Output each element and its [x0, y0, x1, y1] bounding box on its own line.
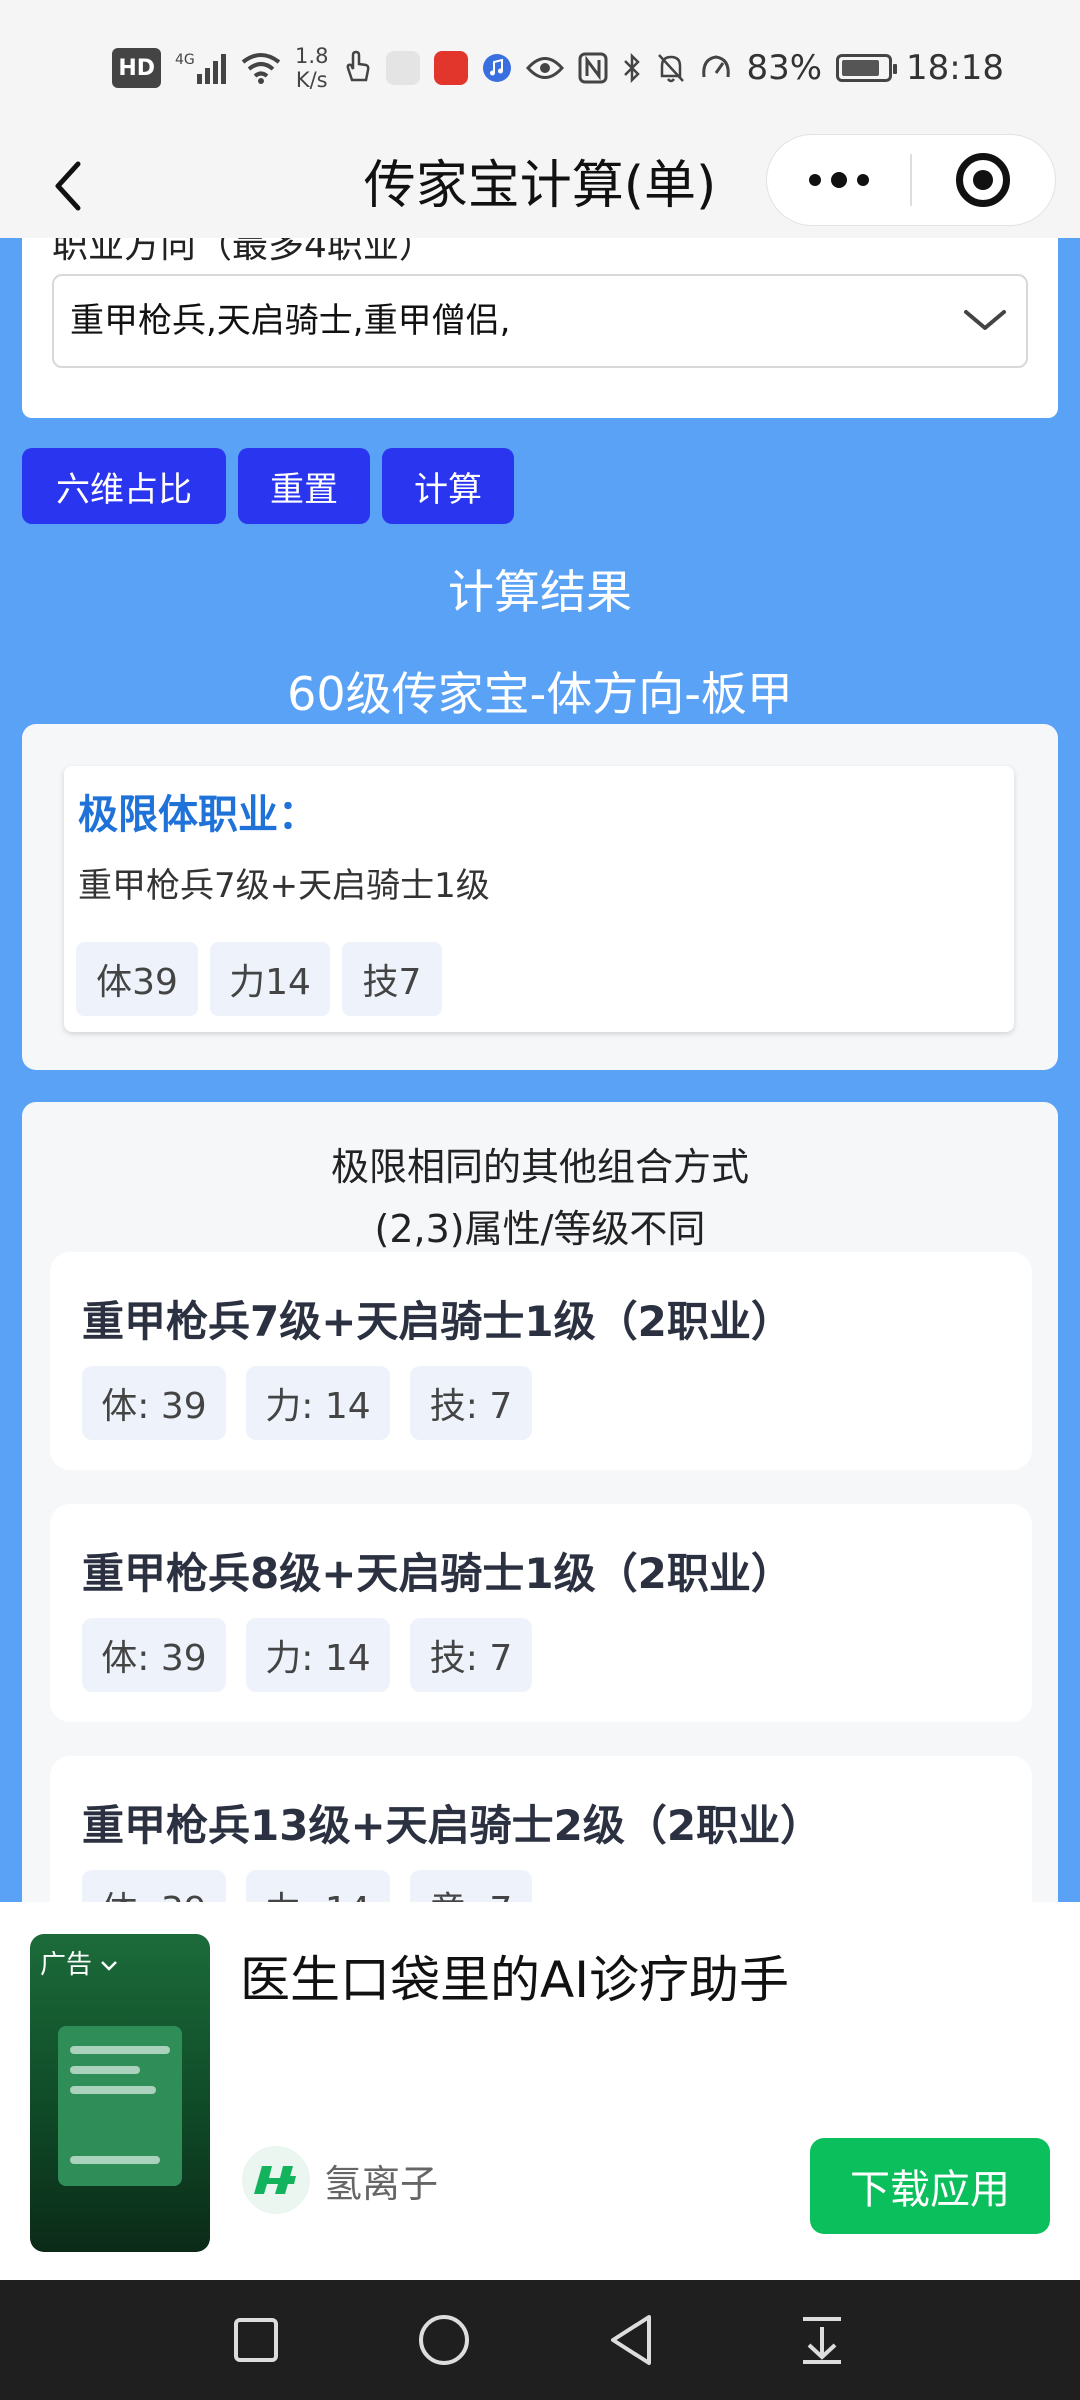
- recent-apps-button[interactable]: [226, 2310, 286, 2370]
- triangle-back-icon: [611, 2315, 651, 2365]
- stat-chip: 意: 7: [410, 1870, 532, 1902]
- combination-title: 重甲枪兵13级+天启骑士2级（2职业）: [82, 1801, 823, 1850]
- limit-description: 重甲枪兵7级+天启骑士1级: [78, 866, 490, 906]
- profession-select-value: 重甲枪兵,天启骑士,重甲僧侣,: [70, 301, 511, 341]
- more-button[interactable]: [767, 134, 910, 226]
- calculate-button[interactable]: 计算: [382, 448, 514, 524]
- profession-select[interactable]: 重甲枪兵,天启骑士,重甲僧侣,: [52, 274, 1028, 368]
- network-type-label: 4G: [175, 52, 195, 68]
- eye-icon: [526, 48, 565, 88]
- battery-level-fill: [842, 60, 879, 76]
- back-nav-button[interactable]: [602, 2310, 662, 2370]
- stat-chip: 体: 39: [82, 1618, 226, 1692]
- other-combinations-card: 极限相同的其他组合方式 (2,3)属性/等级不同 重甲枪兵7级+天启骑士1级（2…: [22, 1102, 1058, 1902]
- combination-item: 重甲枪兵8级+天启骑士1级（2职业） 体: 39 力: 14 技: 7: [50, 1504, 1032, 1722]
- profession-direction-label: 职业方向（最多4职业）: [52, 238, 435, 266]
- wifi-icon: [241, 48, 281, 88]
- ad-label[interactable]: 广告: [40, 1944, 118, 1981]
- combination-title: 重甲枪兵7级+天启骑士1级（2职业）: [82, 1297, 793, 1346]
- status-bar: HD 4G 1.8 K/s 83% 18:18: [0, 0, 1080, 134]
- other-combinations-subtitle: (2,3)属性/等级不同: [374, 1207, 706, 1251]
- more-dot-icon: [856, 174, 869, 186]
- network-speed-value: 1.8: [295, 44, 329, 68]
- stat-chip: 技: 7: [410, 1618, 532, 1692]
- hd-icon: HD: [112, 48, 162, 88]
- system-nav-bar: [0, 2280, 1080, 2400]
- cellular-signal-icon: 4G: [175, 48, 227, 88]
- chevron-down-icon: [964, 310, 1006, 330]
- battery-percent: 83%: [746, 48, 823, 88]
- app-notification-icon: [386, 51, 421, 85]
- close-mini-program-button[interactable]: [912, 134, 1055, 226]
- speedometer-icon: [700, 48, 732, 88]
- nfc-icon: [578, 48, 608, 88]
- stat-tag-skill: 技7: [342, 942, 442, 1016]
- shopping-app-icon: [434, 51, 469, 85]
- stat-tag-strength: 力14: [210, 942, 330, 1016]
- stat-chip: 力: 14: [246, 1618, 390, 1692]
- battery-icon: [836, 54, 898, 82]
- stat-chip: 体: 39: [82, 1870, 226, 1902]
- ad-brand-name: 氢离子: [324, 2161, 439, 2206]
- music-icon: [482, 48, 512, 88]
- stat-chip: 体: 39: [82, 1366, 226, 1440]
- square-icon: [234, 2318, 278, 2362]
- home-button[interactable]: [414, 2310, 474, 2370]
- profession-form-card: 职业方向（最多4职业） 重甲枪兵,天启骑士,重甲僧侣,: [22, 238, 1058, 418]
- ad-phone-mockup: [58, 2026, 182, 2186]
- title-bar: 传家宝计算(单): [0, 134, 1080, 238]
- combination-item: 重甲枪兵13级+天启骑士2级（2职业） 体: 39 力: 14 意: 7: [50, 1756, 1032, 1902]
- bluetooth-icon: [622, 48, 642, 88]
- ad-thumbnail[interactable]: 广告: [30, 1934, 210, 2252]
- mute-bell-icon: [656, 48, 686, 88]
- network-speed-unit: K/s: [295, 68, 328, 92]
- circle-icon: [419, 2315, 469, 2365]
- combination-title: 重甲枪兵8级+天启骑士1级（2职业）: [82, 1549, 793, 1598]
- brand-logo-icon: [242, 2146, 310, 2214]
- six-dimension-ratio-button[interactable]: 六维占比: [22, 448, 226, 524]
- clock-time: 18:18: [906, 48, 1004, 88]
- stat-tag-constitution: 体39: [76, 942, 198, 1016]
- notification-pull-button[interactable]: [792, 2310, 852, 2370]
- more-dot-icon: [808, 174, 821, 186]
- network-speed: 1.8 K/s: [295, 44, 328, 92]
- mini-program-capsule: [766, 134, 1056, 226]
- ad-brand: 氢离子: [242, 2146, 438, 2214]
- stat-chip: 力: 14: [246, 1870, 390, 1902]
- result-subtitle: 60级传家宝-体方向-板甲: [287, 667, 793, 721]
- target-close-icon: [956, 153, 1011, 207]
- ad-banner[interactable]: 广告 医生口袋里的AI诊疗助手 氢离子 下载应用: [0, 1902, 1080, 2280]
- stat-chip: 技: 7: [410, 1366, 532, 1440]
- stat-chip: 力: 14: [246, 1366, 390, 1440]
- limit-result-box: 极限体职业： 重甲枪兵7级+天启骑士1级 体39 力14 技7: [64, 766, 1014, 1032]
- other-combinations-title: 极限相同的其他组合方式: [330, 1145, 749, 1189]
- reset-button[interactable]: 重置: [238, 448, 370, 524]
- download-app-button[interactable]: 下载应用: [810, 2138, 1050, 2234]
- scroll-content[interactable]: 职业方向（最多4职业） 重甲枪兵,天启骑士,重甲僧侣, 六维占比 重置 计算 计…: [0, 238, 1080, 1902]
- limit-result-card: 极限体职业： 重甲枪兵7级+天启骑士1级 体39 力14 技7: [22, 724, 1058, 1070]
- more-dot-icon: [830, 172, 847, 188]
- ad-title[interactable]: 医生口袋里的AI诊疗助手: [240, 1940, 789, 2012]
- status-icons: HD 4G 1.8 K/s 83% 18:18: [112, 40, 1004, 96]
- combination-item: 重甲枪兵7级+天启骑士1级（2职业） 体: 39 力: 14 技: 7: [50, 1252, 1032, 1470]
- pull-down-icon: [803, 2317, 841, 2364]
- ad-label-text: 广告: [40, 1950, 93, 1980]
- gesture-hand-icon: [342, 48, 372, 88]
- limit-heading: 极限体职业：: [78, 792, 318, 838]
- chevron-down-icon: [101, 1961, 118, 1971]
- result-title: 计算结果: [448, 565, 632, 619]
